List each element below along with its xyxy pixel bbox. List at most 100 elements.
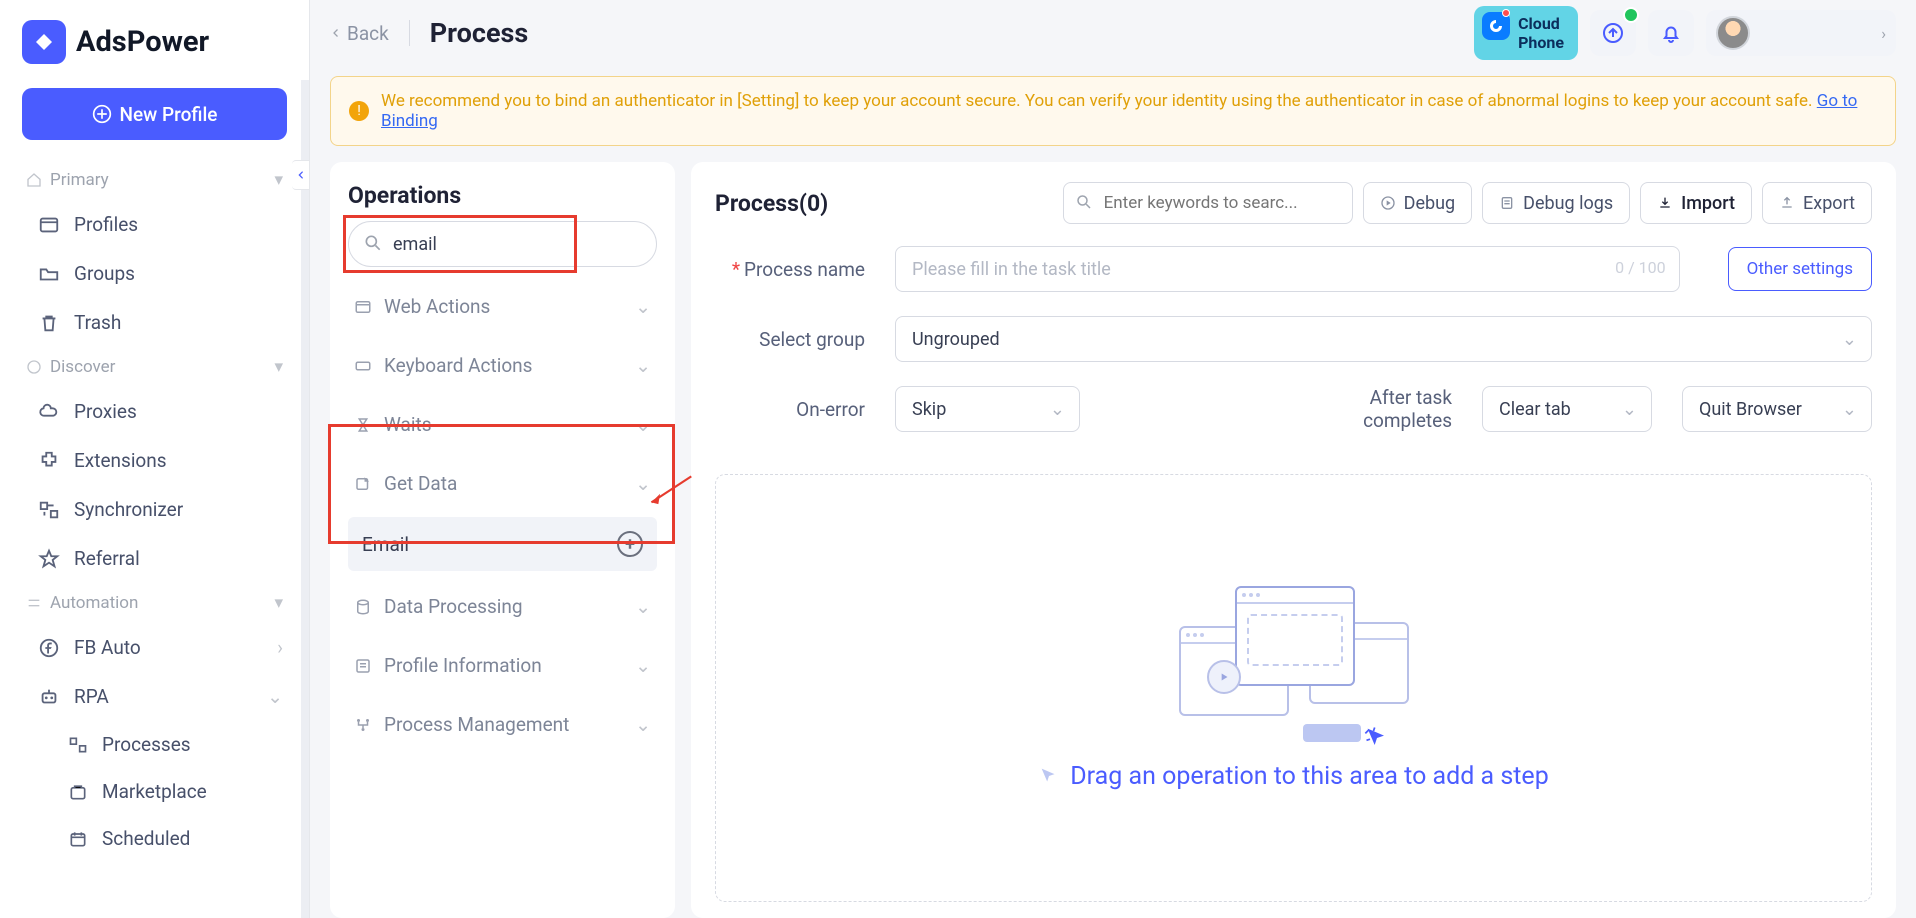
nav-item-label: Extensions	[74, 449, 167, 472]
database-icon	[354, 598, 372, 616]
chevron-down-icon: ⌄	[1842, 329, 1857, 350]
back-button[interactable]: Back	[330, 22, 389, 45]
play-icon	[1207, 660, 1241, 694]
op-group-profile-info[interactable]: Profile Information ⌄	[348, 636, 657, 695]
cloud-phone-label: Cloud Phone	[1518, 14, 1564, 52]
new-profile-label: New Profile	[120, 103, 218, 126]
nav-item-label: Profiles	[74, 213, 138, 236]
search-icon	[363, 233, 383, 253]
chevron-down-icon: ⌄	[635, 595, 651, 618]
op-group-label: Get Data	[384, 472, 457, 495]
op-group-web-actions[interactable]: Web Actions ⌄	[348, 277, 657, 336]
import-button[interactable]: Import	[1640, 182, 1752, 224]
op-item-email[interactable]: Email +	[348, 517, 657, 571]
compass-icon	[26, 359, 42, 375]
browser-icon	[354, 298, 372, 316]
export-button[interactable]: Export	[1762, 182, 1872, 224]
plus-circle-icon[interactable]: +	[617, 531, 643, 557]
dropzone-illustration	[1179, 586, 1409, 736]
nav-section-primary[interactable]: Primary ▾	[8, 160, 301, 200]
nav-item-profiles[interactable]: Profiles	[8, 200, 301, 249]
operations-search-input[interactable]	[348, 221, 657, 267]
debug-logs-button[interactable]: Debug logs	[1482, 182, 1630, 224]
banner-text: We recommend you to bind an authenticato…	[381, 91, 1877, 131]
button-label: Import	[1681, 193, 1735, 214]
op-group-get-data[interactable]: Get Data ⌄	[348, 454, 657, 513]
process-search	[1063, 182, 1353, 224]
cursor-icon	[1363, 724, 1391, 752]
chevron-left-icon	[296, 170, 306, 180]
nav-item-fbauto[interactable]: FB Auto ›	[8, 623, 301, 672]
nav-item-groups[interactable]: Groups	[8, 249, 301, 298]
folder-icon	[38, 263, 60, 285]
button-label: Debug	[1404, 193, 1456, 214]
user-menu[interactable]: ›	[1706, 10, 1896, 56]
chevron-down-icon: ⌄	[635, 713, 651, 736]
op-group-label: Keyboard Actions	[384, 354, 532, 377]
new-profile-button[interactable]: New Profile	[22, 88, 287, 140]
debug-button[interactable]: Debug	[1363, 182, 1473, 224]
chevron-right-icon: ›	[1881, 24, 1886, 43]
select-value: Clear tab	[1499, 399, 1571, 420]
upload-icon	[1601, 21, 1625, 45]
fb-icon	[38, 637, 60, 659]
nav-item-scheduled[interactable]: Scheduled	[8, 815, 301, 862]
upload-button[interactable]	[1590, 10, 1636, 56]
sidebar-scrollbar[interactable]	[301, 80, 309, 918]
after-task-label: After task completes	[1342, 386, 1452, 432]
nav-item-processes[interactable]: Processes	[8, 721, 301, 768]
process-dropzone[interactable]: Drag an operation to this area to add a …	[715, 474, 1872, 902]
chevron-down-icon: ▾	[274, 170, 283, 190]
char-count: 0 / 100	[1615, 258, 1666, 277]
nav-item-label: FB Auto	[74, 636, 141, 659]
onerror-label: On-error	[715, 398, 865, 421]
onerror-dropdown[interactable]: Skip ⌄	[895, 386, 1080, 432]
keyboard-icon	[354, 357, 372, 375]
nav-item-marketplace[interactable]: Marketplace	[8, 768, 301, 815]
chevron-down-icon: ⌄	[1050, 399, 1065, 420]
chevron-down-icon: ⌄	[635, 413, 651, 436]
select-group-label: Select group	[715, 328, 865, 351]
process-name-input[interactable]	[895, 246, 1680, 292]
nav-item-label: Referral	[74, 547, 140, 570]
nav-item-label: Groups	[74, 262, 135, 285]
nav-item-proxies[interactable]: Proxies	[8, 387, 301, 436]
op-group-label: Waits	[384, 413, 432, 436]
nav-item-rpa[interactable]: RPA ⌄	[8, 672, 301, 721]
star-icon	[38, 548, 60, 570]
sidebar: AdsPower New Profile Primary ▾ Profiles …	[0, 0, 310, 918]
nav-section-automation[interactable]: Automation ▾	[8, 583, 301, 623]
notifications-button[interactable]	[1648, 10, 1694, 56]
after-task-dropdown-2[interactable]: Quit Browser ⌄	[1682, 386, 1872, 432]
profile-info-icon	[354, 657, 372, 675]
chevron-down-icon: ⌄	[1622, 399, 1637, 420]
nav-item-extensions[interactable]: Extensions	[8, 436, 301, 485]
back-label: Back	[347, 22, 389, 45]
process-search-input[interactable]	[1063, 182, 1353, 224]
nav-item-referral[interactable]: Referral	[8, 534, 301, 583]
chevron-right-icon: ›	[277, 636, 283, 659]
nav-sub-label: Scheduled	[102, 827, 190, 850]
main: Back Process Cloud Phone ›	[310, 0, 1916, 918]
select-group-dropdown[interactable]: Ungrouped ⌄	[895, 316, 1872, 362]
sidebar-collapse-button[interactable]	[292, 160, 310, 190]
after-task-dropdown-1[interactable]: Clear tab ⌄	[1482, 386, 1652, 432]
nav-item-synchronizer[interactable]: Synchronizer	[8, 485, 301, 534]
op-group-waits[interactable]: Waits ⌄	[348, 395, 657, 454]
button-label: Debug logs	[1523, 193, 1613, 214]
dropzone-text: Drag an operation to this area to add a …	[1038, 762, 1548, 791]
nav-sub-label: Processes	[102, 733, 191, 756]
op-group-process-mgmt[interactable]: Process Management ⌄	[348, 695, 657, 754]
nav-section-discover[interactable]: Discover ▾	[8, 347, 301, 387]
import-icon	[1657, 195, 1673, 211]
op-group-keyboard[interactable]: Keyboard Actions ⌄	[348, 336, 657, 395]
nav-item-label: Proxies	[74, 400, 137, 423]
other-settings-button[interactable]: Other settings	[1728, 247, 1872, 291]
operations-title: Operations	[348, 182, 657, 209]
process-panel: Process(0) Debug Debug logs	[691, 162, 1896, 918]
nav-item-trash[interactable]: Trash	[8, 298, 301, 347]
export-icon	[1779, 195, 1795, 211]
op-group-data-processing[interactable]: Data Processing ⌄	[348, 577, 657, 636]
nav-section-automation-label: Automation	[50, 593, 138, 613]
cloud-phone-button[interactable]: Cloud Phone	[1474, 6, 1578, 60]
